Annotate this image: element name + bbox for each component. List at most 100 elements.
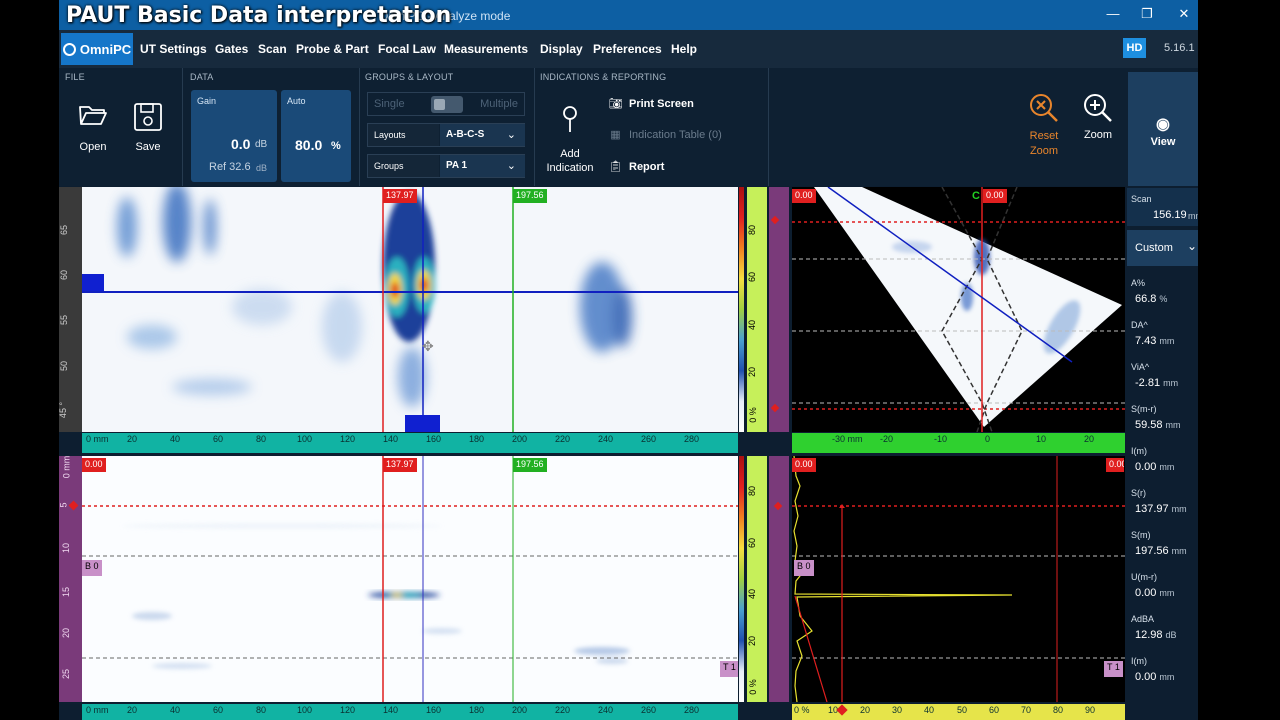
chevron-down-icon: ⌄ bbox=[506, 160, 516, 172]
menu-measurements[interactable]: Measurements bbox=[444, 42, 528, 56]
scan-tick: 40 bbox=[170, 434, 181, 444]
depth-marker[interactable] bbox=[770, 403, 780, 413]
reading-value: 137.97 mm bbox=[1135, 503, 1187, 515]
bscan-origin-tag[interactable]: 0.00 bbox=[82, 458, 106, 472]
single-multiple-toggle[interactable]: Single Multiple bbox=[367, 92, 525, 116]
groups-dropdown[interactable]: Groups PA 1 ⌄ bbox=[367, 154, 525, 178]
cscan-amplitude-scale[interactable]: 80 60 40 20 0 % bbox=[747, 187, 767, 432]
bscan-view[interactable]: 0.00 137.97 197.56 B 0 T 1 bbox=[82, 456, 738, 702]
depth-tick: 25 bbox=[61, 668, 72, 680]
menu-display[interactable]: Display bbox=[540, 42, 583, 56]
ascan-gate-b-tag[interactable]: B 0 bbox=[794, 560, 814, 576]
omnipc-logo-icon bbox=[62, 42, 76, 56]
cscan-image: ✥ bbox=[82, 187, 738, 432]
scan-position-unit: mm bbox=[1188, 211, 1198, 221]
bscan-red-cursor-tag[interactable]: 137.97 bbox=[383, 458, 417, 472]
hd-badge[interactable]: HD bbox=[1123, 38, 1146, 58]
scan-tick: 180 bbox=[469, 434, 485, 444]
sscan-c-label: C bbox=[972, 190, 980, 202]
menu-probe-part[interactable]: Probe & Part bbox=[296, 42, 369, 56]
ref-unit: dB bbox=[256, 163, 268, 173]
print-screen-button[interactable]: 📷︎ Print Screen bbox=[607, 97, 694, 110]
depth-marker[interactable] bbox=[770, 215, 780, 225]
auto-gain-box[interactable]: Auto 80.0 % bbox=[281, 90, 351, 182]
cscan-red-cursor-tag[interactable]: 137.97 bbox=[383, 189, 417, 203]
minimize-button[interactable]: — bbox=[1103, 6, 1123, 21]
reading-label: I(m) bbox=[1131, 446, 1147, 456]
chevron-down-icon: ⌄ bbox=[506, 129, 516, 141]
scan-tick: 280 bbox=[684, 705, 700, 715]
scan-tick: 140 bbox=[383, 434, 399, 444]
omnipc-brand-button[interactable]: OmniPC bbox=[61, 33, 133, 65]
bscan-amplitude-scale[interactable]: 80 60 40 20 0 % bbox=[747, 456, 767, 702]
reset-zoom-label-1: Reset bbox=[1029, 130, 1059, 142]
add-indication-button[interactable]: Add Indication bbox=[539, 104, 601, 175]
ascan-image bbox=[792, 456, 1125, 702]
bscan-scan-axis[interactable]: 0 mm 20 40 60 80 100 120 140 160 180 200… bbox=[82, 704, 738, 720]
ascan-gate-t-tag[interactable]: T 1 bbox=[1104, 661, 1123, 677]
sscan-depth-scale[interactable] bbox=[769, 187, 789, 432]
ascan-tick: 40 bbox=[924, 705, 935, 715]
bscan-gate-marker[interactable] bbox=[68, 500, 79, 511]
single-option[interactable]: Single bbox=[374, 98, 405, 110]
reading-value: 0.00 mm bbox=[1135, 671, 1175, 683]
menu-gates[interactable]: Gates bbox=[215, 42, 248, 56]
auto-label: Auto bbox=[287, 96, 306, 106]
ascan-gate-marker[interactable] bbox=[773, 501, 783, 511]
scan-tick: 160 bbox=[426, 705, 442, 715]
menu-ut-settings[interactable]: UT Settings bbox=[140, 42, 207, 56]
reading-value: 7.43 mm bbox=[1135, 335, 1175, 347]
cscan-angle-scale[interactable]: 65 60 55 50 45 ° bbox=[59, 187, 82, 432]
open-button[interactable]: Open bbox=[72, 102, 114, 153]
menu-scan[interactable]: Scan bbox=[258, 42, 287, 56]
zoom-label: Zoom bbox=[1083, 129, 1113, 141]
ascan-amplitude-axis[interactable]: 0 % 10 20 30 40 50 60 70 80 90 bbox=[792, 704, 1125, 720]
ascan-view[interactable]: 0.00 0.00 B 0 T 1 bbox=[792, 456, 1125, 702]
ascan-right-tag[interactable]: 0.00 bbox=[1106, 458, 1124, 472]
reset-zoom-button[interactable]: Reset Zoom bbox=[1021, 92, 1067, 159]
bscan-gate-b-tag[interactable]: B 0 bbox=[82, 560, 102, 576]
gain-box[interactable]: Gain 0.0 dB Ref 32.6 dB bbox=[191, 90, 277, 182]
bscan-gate-t-tag[interactable]: T 1 bbox=[720, 661, 738, 677]
cscan-left-marker bbox=[82, 274, 104, 291]
menu-focal-law[interactable]: Focal Law bbox=[378, 42, 436, 56]
reading-value: 0.00 mm bbox=[1135, 461, 1175, 473]
cscan-green-cursor-tag[interactable]: 197.56 bbox=[513, 189, 547, 203]
scan-tick: 60 bbox=[213, 705, 224, 715]
multiple-option[interactable]: Multiple bbox=[480, 98, 518, 110]
scan-position-box[interactable]: Scan 156.19 mm bbox=[1127, 188, 1198, 226]
scan-tick: 260 bbox=[641, 434, 657, 444]
restore-button[interactable]: ❐ bbox=[1137, 6, 1157, 22]
groups-label: Groups bbox=[368, 155, 439, 177]
menu-preferences[interactable]: Preferences bbox=[593, 42, 662, 56]
toggle-switch[interactable] bbox=[431, 96, 463, 113]
save-button[interactable]: Save bbox=[129, 102, 167, 153]
sscan-left-tag[interactable]: 0.00 bbox=[792, 189, 816, 203]
menu-help[interactable]: Help bbox=[671, 42, 697, 56]
view-button[interactable]: ◉ View bbox=[1128, 72, 1198, 186]
ascan-top-tag[interactable]: 0.00 bbox=[792, 458, 816, 472]
readings-preset-dropdown[interactable]: Custom ⌄ bbox=[1127, 230, 1198, 266]
cscan-scan-axis[interactable]: 0 mm 20 40 60 80 100 120 140 160 180 200… bbox=[82, 433, 738, 453]
version-label: 5.16.1 bbox=[1164, 42, 1195, 54]
zoom-button[interactable]: Zoom bbox=[1075, 92, 1121, 141]
ascan-depth-scale[interactable] bbox=[769, 456, 789, 702]
scan-tick: 60 bbox=[213, 434, 224, 444]
section-groups-layout: GROUPS & LAYOUT bbox=[365, 72, 454, 82]
cscan-view[interactable]: ✥ 137.97 197.56 bbox=[82, 187, 738, 432]
reading-label: AdBA bbox=[1131, 614, 1155, 624]
ascan-axis-marker[interactable] bbox=[836, 704, 848, 716]
bscan-depth-scale[interactable]: 0 mm 5 10 15 20 25 bbox=[59, 456, 82, 702]
table-icon: ▦ bbox=[610, 129, 621, 141]
scan-tick: 80 bbox=[256, 705, 267, 715]
indication-table-button[interactable]: ▦ Indication Table (0) bbox=[607, 128, 721, 141]
scan-tick: 240 bbox=[598, 705, 614, 715]
bscan-green-cursor-tag[interactable]: 197.56 bbox=[513, 458, 547, 472]
sscan-index-axis[interactable]: -30 mm -20 -10 0 10 20 bbox=[792, 433, 1125, 453]
scan-tick: 280 bbox=[684, 434, 700, 444]
close-button[interactable]: ✕ bbox=[1174, 6, 1194, 22]
sscan-right-tag[interactable]: 0.00 bbox=[983, 189, 1007, 203]
layouts-dropdown[interactable]: Layouts A-B-C-S ⌄ bbox=[367, 123, 525, 147]
report-button[interactable]: 📋︎ Report bbox=[607, 160, 665, 173]
sscan-view[interactable]: 0.00 C 0.00 bbox=[792, 187, 1125, 432]
